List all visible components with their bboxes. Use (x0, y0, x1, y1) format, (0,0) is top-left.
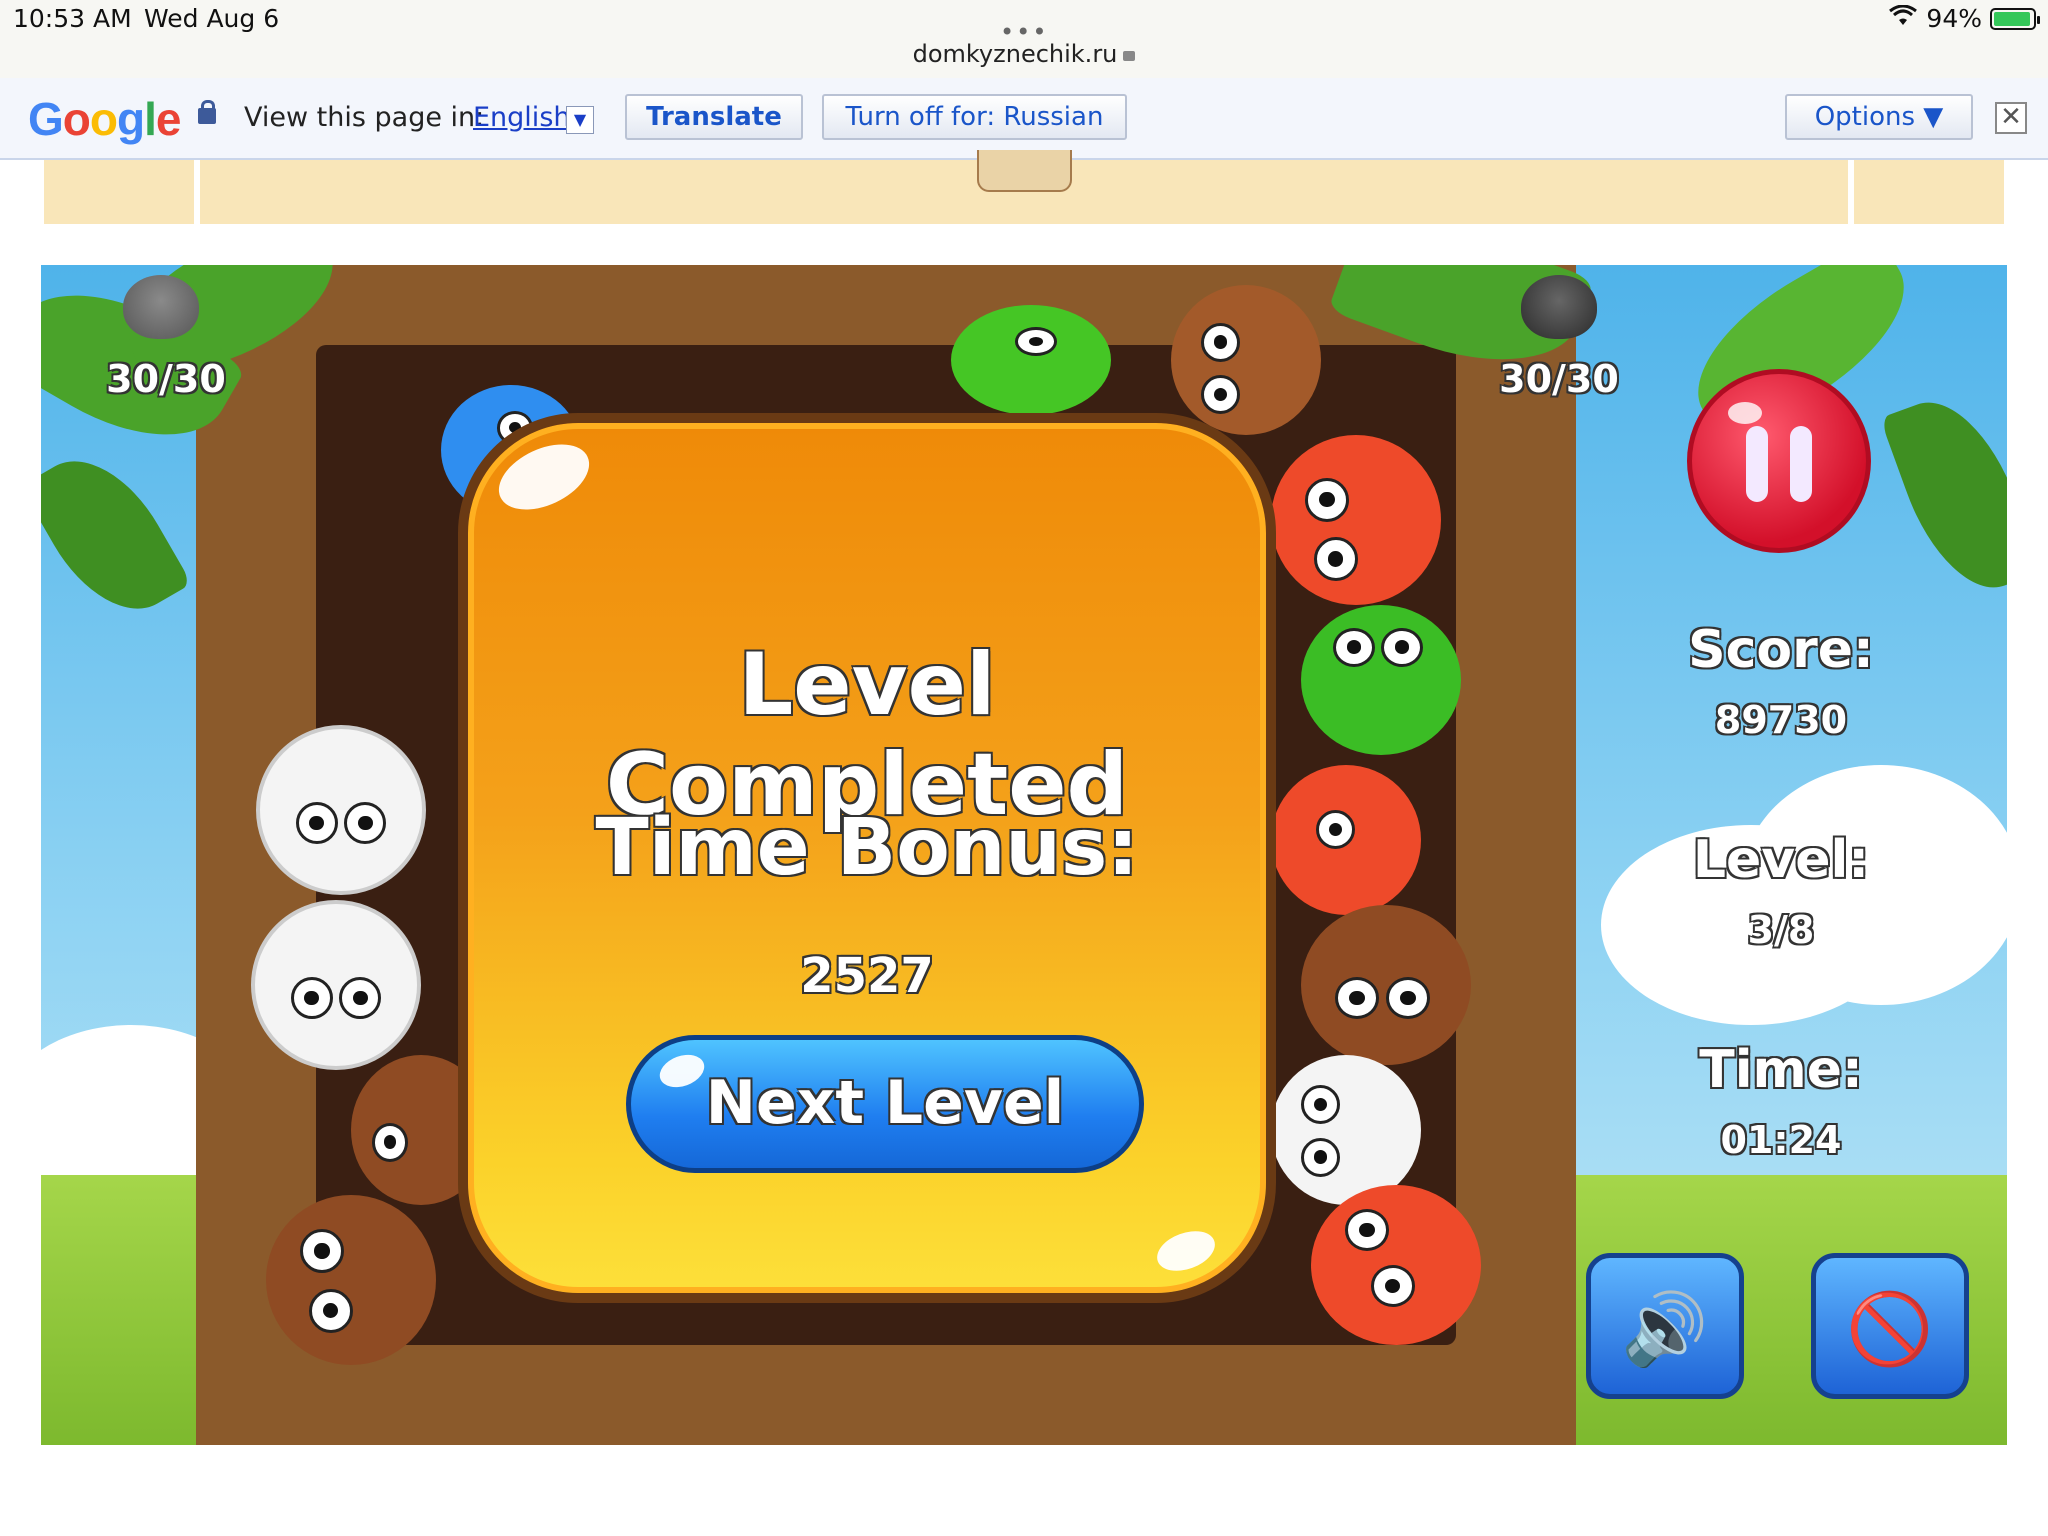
sound-button[interactable]: 🔊 (1586, 1253, 1744, 1399)
status-time: 10:53 AM (13, 4, 132, 33)
dialog-shine (1151, 1223, 1221, 1279)
strip-divider (1848, 160, 1854, 224)
brown-pig-tile[interactable] (1171, 285, 1321, 435)
red-fox-tile[interactable] (1311, 1185, 1481, 1345)
level-label: Level: (1692, 830, 1870, 890)
url-text: domkyznechik.ru (912, 40, 1118, 68)
close-icon[interactable]: ✕ (1995, 102, 2027, 134)
red-fox-tile[interactable] (1271, 765, 1421, 915)
translate-button[interactable]: Translate (625, 94, 803, 140)
header-tab[interactable] (977, 150, 1072, 192)
green-croc-tile[interactable] (951, 305, 1111, 415)
left-counter: 30/30 (106, 357, 226, 401)
lock-icon (198, 100, 216, 124)
battery-percent: 94% (1926, 4, 1982, 33)
white-bunny-tile[interactable] (256, 725, 426, 895)
time-bonus-label: Time Bonus: (595, 803, 1139, 893)
level-value: 3/8 (1747, 908, 1815, 952)
boar-icon (1521, 275, 1597, 339)
options-button[interactable]: Options ▼ (1785, 94, 1973, 140)
battery-icon (1990, 7, 2040, 30)
brown-pig-tile[interactable] (1301, 905, 1471, 1065)
speaker-icon: 🔊 (1621, 1288, 1709, 1370)
game-canvas[interactable]: 30/30 30/30 Score: 89730 Level: 3/8 Time… (41, 265, 2007, 1445)
music-button[interactable]: 🚫 (1811, 1253, 1969, 1399)
pause-icon (1746, 426, 1768, 502)
translate-prompt: View this page in: (244, 102, 485, 133)
level-complete-dialog: Level Completed Time Bonus: 2527 Next Le… (458, 413, 1276, 1303)
address-bar[interactable]: domkyznechik.ru (0, 40, 2048, 68)
time-value: 01:24 (1720, 1118, 1842, 1162)
hippo-icon (123, 275, 199, 339)
pause-icon (1790, 426, 1812, 502)
red-fox-tile[interactable] (1271, 435, 1441, 605)
brown-pig-tile[interactable] (266, 1195, 436, 1365)
right-counter: 30/30 (1499, 357, 1619, 401)
turn-off-button[interactable]: Turn off for: Russian (822, 94, 1127, 140)
next-level-label: Next Level (705, 1068, 1065, 1138)
button-shine (1728, 402, 1762, 424)
language-link[interactable]: English (473, 102, 571, 133)
dialog-shine (488, 431, 600, 523)
score-label: Score: (1688, 620, 1874, 680)
language-dropdown-icon[interactable]: ▼ (566, 106, 594, 134)
status-bar: 10:53 AM Wed Aug 6 ••• domkyznechik.ru 9… (0, 0, 2048, 78)
score-value: 89730 (1714, 698, 1848, 742)
next-level-button[interactable]: Next Level (626, 1035, 1144, 1173)
pause-button[interactable] (1687, 369, 1871, 553)
google-logo: Google (28, 93, 181, 145)
music-off-icon: 🚫 (1846, 1288, 1934, 1370)
status-date: Wed Aug 6 (144, 4, 280, 33)
lock-icon (1123, 51, 1136, 61)
status-indicators: 94% (1888, 4, 2040, 33)
battery-fill (1994, 11, 2030, 26)
time-label: Time: (1699, 1040, 1863, 1100)
time-bonus-value: 2527 (800, 948, 934, 1004)
translate-bar: Google View this page in: English ▼ Tran… (0, 78, 2048, 160)
white-bunny-tile[interactable] (251, 900, 421, 1070)
green-croc-tile[interactable] (1301, 605, 1461, 755)
strip-divider (194, 160, 200, 224)
white-bunny-tile[interactable] (1271, 1055, 1421, 1205)
wifi-icon (1888, 4, 1918, 33)
